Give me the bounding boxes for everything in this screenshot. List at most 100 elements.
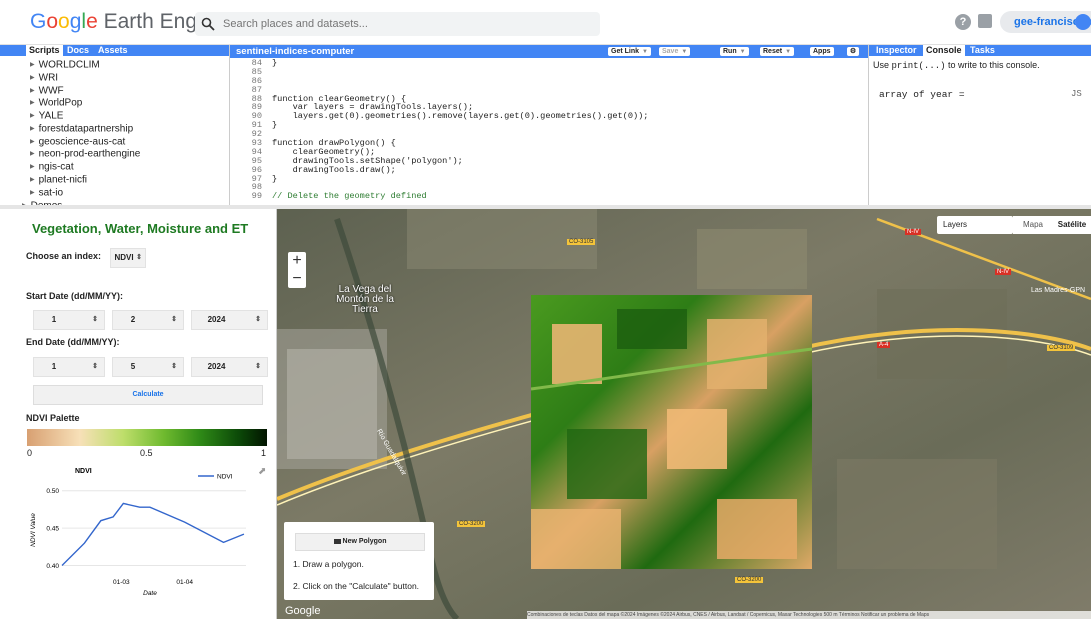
road-label: CO-3109 (1047, 345, 1076, 351)
zoom-controls: + − (288, 252, 306, 288)
feedback-icon[interactable] (978, 14, 992, 28)
tree-item[interactable]: ▶ neon-prod-earthengine (30, 148, 140, 161)
layers-button[interactable]: Layers (937, 216, 1013, 234)
dropdown-arrow-icon: ▼ (785, 49, 792, 55)
caret-right-icon: ▶ (30, 74, 35, 81)
start-day-select[interactable]: 1 ⇕ (33, 310, 105, 330)
start-date-label: Start Date (dd/MM/YY): (26, 291, 124, 301)
end-year-select[interactable]: 2024 ⇕ (191, 357, 268, 377)
y-axis-label: NDVI Value (30, 513, 37, 547)
scripts-tabbar: Scripts Docs Assets (0, 45, 229, 56)
spinner-icon: ⇕ (92, 363, 98, 370)
code-text: layers.get(0).geometries().remove(layers… (272, 111, 649, 122)
x-axis-label: Date (143, 590, 157, 597)
new-polygon-button[interactable]: New Polygon (295, 533, 425, 551)
calculate-button[interactable]: Calculate (33, 385, 263, 405)
road-label: CO-3200 (457, 521, 486, 527)
spinner-icon: ⇕ (255, 316, 261, 323)
search-box[interactable] (195, 12, 600, 36)
zoom-in-button[interactable]: + (288, 252, 306, 270)
code-line: 85 (230, 67, 868, 77)
help-icon[interactable]: ? (955, 14, 971, 30)
tree-item[interactable]: ▶ ngis-cat (30, 161, 140, 174)
spinner-icon: ⇕ (171, 316, 177, 323)
map-type-map-button[interactable]: Mapa (1013, 216, 1053, 234)
user-account-button[interactable]: gee-franciscopuig (1000, 11, 1091, 33)
road-label: N-IV (905, 229, 921, 235)
tab-tasks[interactable]: Tasks (970, 45, 995, 56)
tree-item[interactable]: ▶ forestdatapartnership (30, 123, 140, 136)
expand-chart-icon: ⬈ (258, 466, 266, 477)
tree-item[interactable]: ▶ WORLDCLIM (30, 59, 140, 72)
caret-right-icon: ▶ (30, 151, 35, 158)
code-text: } (272, 58, 278, 68)
code-line: 86 (230, 76, 868, 86)
start-month-select[interactable]: 2 ⇕ (112, 310, 184, 330)
map-type-satellite-button[interactable]: Satélite (1053, 216, 1091, 234)
caret-right-icon: ▶ (30, 87, 35, 94)
run-button[interactable]: Run ▼ (720, 47, 749, 56)
code-editor-panel: sentinel-indices-computer Get Link ▼ Save… (230, 45, 869, 205)
road-label: CO-3105 (567, 239, 596, 245)
end-month-select[interactable]: 5 ⇕ (112, 357, 184, 377)
code-line: 96 drawingTools.draw(); (230, 164, 868, 175)
place-label: Las Madres-GPN (1031, 287, 1086, 294)
editor-toolbar: sentinel-indices-computer Get Link ▼ Save… (230, 45, 868, 58)
tree-item[interactable]: ▶ YALE (30, 110, 140, 123)
code-line: 97} (230, 173, 868, 184)
tab-assets[interactable]: Assets (98, 45, 128, 56)
palette-mid: 0.5 (140, 448, 153, 458)
start-year-select[interactable]: 2024 ⇕ (191, 310, 268, 330)
tab-inspector[interactable]: Inspector (876, 45, 917, 56)
tab-docs[interactable]: Docs (67, 45, 89, 56)
ndvi-palette-bar (27, 429, 267, 446)
code-text: drawingTools.draw(); (272, 164, 396, 175)
search-input[interactable] (223, 16, 583, 32)
ndvi-chart: NDVI ⬈ 0.40 0.45 0.50 01-03 01-04 Date NDVI Valu… (30, 466, 266, 597)
legend-label: NDVI (217, 474, 233, 481)
script-title[interactable]: sentinel-indices-computer (236, 46, 354, 57)
settings-gear-icon[interactable]: ⚙ (847, 47, 859, 56)
code-line: 99 // Delete the geometry defined (230, 192, 868, 201)
spinner-icon: ⇕ (255, 363, 261, 370)
tree-item[interactable]: ▶ sat-io (30, 187, 140, 200)
google-logo: Google (285, 605, 321, 617)
tab-scripts[interactable]: Scripts (26, 45, 63, 56)
palette-min: 0 (27, 448, 33, 458)
get-link-button[interactable]: Get Link ▼ (608, 47, 651, 56)
index-select[interactable]: NDVI ⇕ (110, 248, 146, 268)
caret-right-icon: ▶ (30, 113, 35, 120)
tree-item[interactable]: ▶ planet-nicfi (30, 174, 140, 187)
polygon-instructions-panel: New Polygon 1. Draw a polygon. 2. Click … (284, 522, 434, 600)
y-tick-label: 0.45 (46, 526, 59, 533)
tree-item[interactable]: ▶ WorldPop (30, 97, 140, 110)
dropdown-arrow-icon: ▼ (681, 49, 688, 55)
y-tick-label: 0.50 (46, 488, 59, 495)
header: Google Earth Engine ? gee-franciscopuig (0, 0, 1091, 45)
tree-item[interactable]: ▶ WWF (30, 85, 140, 98)
tree-item[interactable]: ▶ WRI (30, 72, 140, 85)
search-icon (201, 17, 215, 31)
tree-item[interactable]: ▶ geoscience-aus-cat (30, 136, 140, 149)
line-number: 99 (251, 191, 262, 202)
code-text: } (272, 173, 278, 184)
end-day-select[interactable]: 1 ⇕ (33, 357, 105, 377)
console-tabbar: Inspector Console Tasks (869, 45, 1091, 56)
code-line: 91} (230, 121, 868, 130)
caret-right-icon: ▶ (30, 189, 35, 196)
tab-console[interactable]: Console (923, 45, 965, 56)
dropdown-arrow-icon: ▼ (739, 49, 746, 55)
code-line: 84} (230, 59, 868, 68)
console-output-value[interactable]: JS (1071, 89, 1082, 99)
save-button[interactable]: Save ▼ (659, 47, 691, 56)
reset-button[interactable]: Reset ▼ (760, 47, 795, 56)
caret-right-icon: ▶ (30, 164, 35, 171)
code-line: 90 layers.get(0).geometries().remove(lay… (230, 112, 868, 121)
caret-right-icon: ▶ (30, 125, 35, 132)
zoom-out-button[interactable]: − (288, 270, 306, 288)
console-panel: Inspector Console Tasks Use print(...) t… (869, 45, 1091, 205)
index-label: Choose an index: (26, 251, 102, 261)
code-area[interactable]: 84} 85 86 87 88 function clearGeometry() {89 … (230, 59, 868, 201)
apps-button[interactable]: Apps (810, 47, 834, 56)
map-view[interactable]: + − La Vega del Montón de la Tierra Río … (277, 209, 1091, 619)
